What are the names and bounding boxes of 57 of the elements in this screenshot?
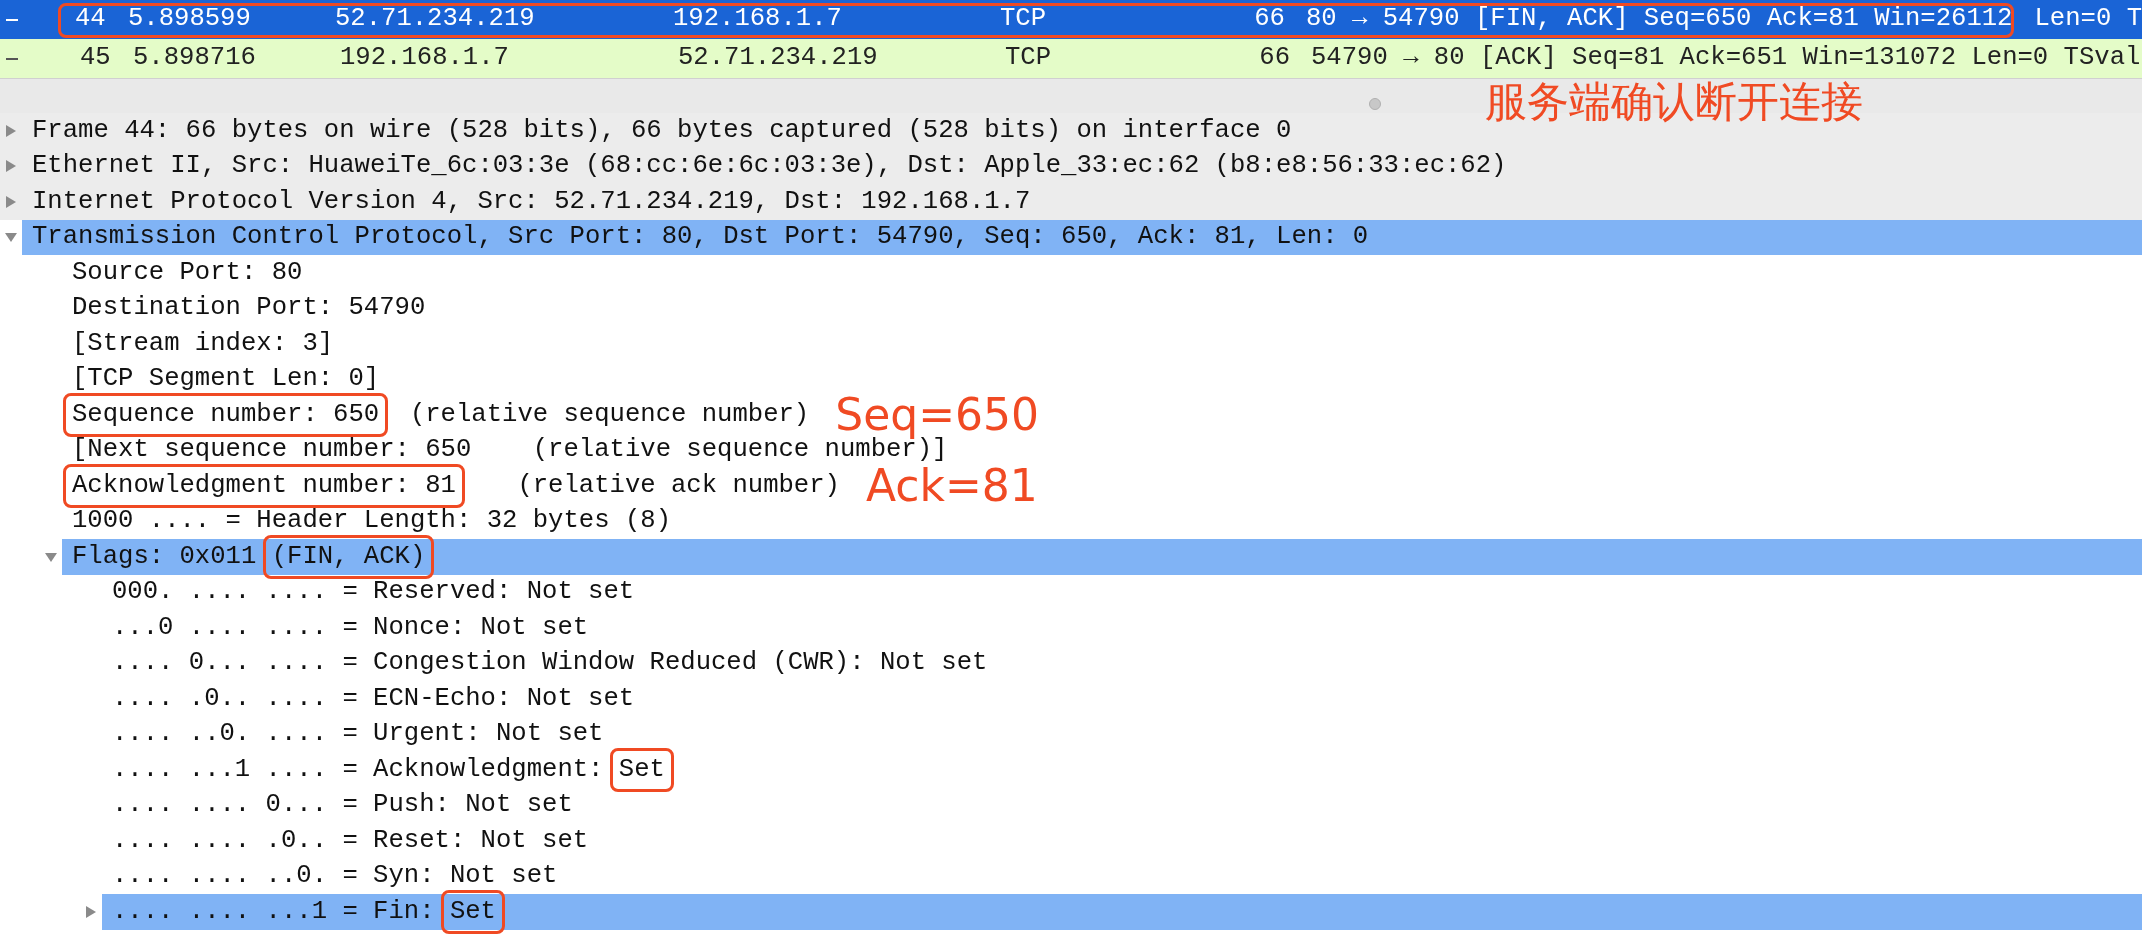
packet-cell-text: TCP: [999, 3, 1048, 36]
packet-cell-text: 5.898599: [127, 3, 252, 36]
field-text: .... .... .0.. = Reset: Not set: [112, 824, 589, 857]
splitter-handle[interactable]: [1369, 98, 1381, 110]
field-text: .... .0.. .... = ECN-Echo: Not set: [112, 682, 635, 715]
field-text: .... ...1 .... = Acknowledgment:: [112, 753, 605, 786]
packet-cell-text: 45: [80, 42, 112, 75]
expand-triangle-icon[interactable]: [84, 904, 98, 919]
tree-item[interactable]: .... .... .0.. = Reset: Not set: [102, 823, 2142, 859]
annotated-field-text: Acknowledgment number: 81: [63, 463, 465, 508]
field-text: Source Port: 80: [72, 256, 303, 289]
packet-row[interactable]: 44 5.898599 52.71.234.219 192.168.1.7 TCP 66 80 → 54790 [FIN, ACK] Seq=650 Ack=81 Win=26112 Len=0 T: [0, 0, 2142, 39]
packet-cell-text: 192.168.1.7: [672, 3, 843, 36]
field-text: .... 0... .... = Congestion Window Reduced (CWR): Not set: [112, 647, 988, 680]
field-text: (relative ack number): [516, 469, 840, 502]
packet-cell-text: 66: [1258, 42, 1290, 75]
tree-item[interactable]: Source Port: 80: [62, 255, 2142, 291]
annotated-field-text: Sequence number: 650: [63, 392, 389, 437]
field-text: Flags: 0x011: [72, 540, 258, 573]
tree-item[interactable]: Destination Port: 54790: [62, 290, 2142, 326]
field-text: .... .... ...1 = Fin:: [112, 895, 436, 928]
packet-cell-text: 52.71.234.219: [334, 3, 536, 36]
field-text: .... .... 0... = Push: Not set: [112, 789, 573, 822]
field-text: ...0 .... .... = Nonce: Not set: [112, 611, 589, 644]
expand-triangle-icon[interactable]: [4, 123, 18, 138]
field-text: Internet Protocol Version 4, Src: 52.71.234.219, Dst: 192.168.1.7: [32, 185, 1031, 218]
packet-cell-text: 52.71.234.219: [678, 42, 879, 75]
tree-item[interactable]: .... 0... .... = Congestion Window Reduced (CWR): Not set: [102, 645, 2142, 681]
tree-item[interactable]: ...0 .... .... = Nonce: Not set: [102, 610, 2142, 646]
annotated-field-text: (FIN, ACK): [262, 534, 435, 579]
field-text: 000. .... .... = Reserved: Not set: [112, 576, 635, 609]
packet-cell-text: 66: [1253, 3, 1285, 36]
packet-cell-text: TCP: [1005, 42, 1053, 75]
annotated-field-text: Set: [609, 747, 674, 792]
packet-cell-text: Len=0 T: [2034, 3, 2142, 36]
field-text: Ethernet II, Src: HuaweiTe_6c:03:3e (68:cc:6e:6c:03:3e), Dst: Apple_33:ec:62 (b8:e8:56:33:ec:62): [32, 150, 1507, 183]
expand-triangle-icon[interactable]: [4, 159, 18, 174]
packet-cell-text: 5.898716: [133, 42, 257, 75]
field-text: .... ..0. .... = Urgent: Not set: [112, 718, 604, 751]
annotated-field-text: Set: [440, 889, 505, 934]
field-text: Frame 44: 66 bytes on wire (528 bits), 66 bytes captured (528 bits) on interface 0: [32, 114, 1292, 147]
tree-item[interactable]: Transmission Control Protocol, Src Port: 80, Dst Port: 54790, Seq: 650, Ack: 81, Len: 0: [22, 219, 2142, 255]
packet-cell-text: 192.168.1.7: [340, 42, 510, 75]
packet-row[interactable]: 45 5.898716 192.168.1.7 52.71.234.219 TCP 66 54790 → 80 [ACK] Seq=81 Ack=651 Win=131072 Len=0 TSval: [0, 39, 2142, 78]
related-packet-icon: [6, 18, 18, 21]
annotation-text: 服务端确认断开连接: [1485, 78, 1863, 126]
packet-cell-text: 54790 → 80 [ACK] Seq=81 Ack=651 Win=131072 Len=0 TSval: [1311, 42, 2141, 75]
tree-item[interactable]: .... .0.. .... = ECN-Echo: Not set: [102, 681, 2142, 717]
field-text: (relative sequence number): [408, 398, 810, 431]
related-packet-icon: [6, 57, 18, 60]
field-text: Destination Port: 54790: [72, 292, 426, 325]
packet-cell-text: 80 → 54790 [FIN, ACK] Seq=650 Ack=81 Win=26112: [1305, 3, 2013, 36]
tree-item[interactable]: [Stream index: 3]: [62, 326, 2142, 362]
field-text: [Stream index: 3]: [72, 327, 334, 360]
field-text: Transmission Control Protocol, Src Port: 80, Dst Port: 54790, Seq: 650, Ack: 81, Len: 0: [32, 221, 1369, 254]
expand-triangle-icon[interactable]: [4, 194, 18, 209]
packet-cell-text: 44: [74, 3, 107, 36]
